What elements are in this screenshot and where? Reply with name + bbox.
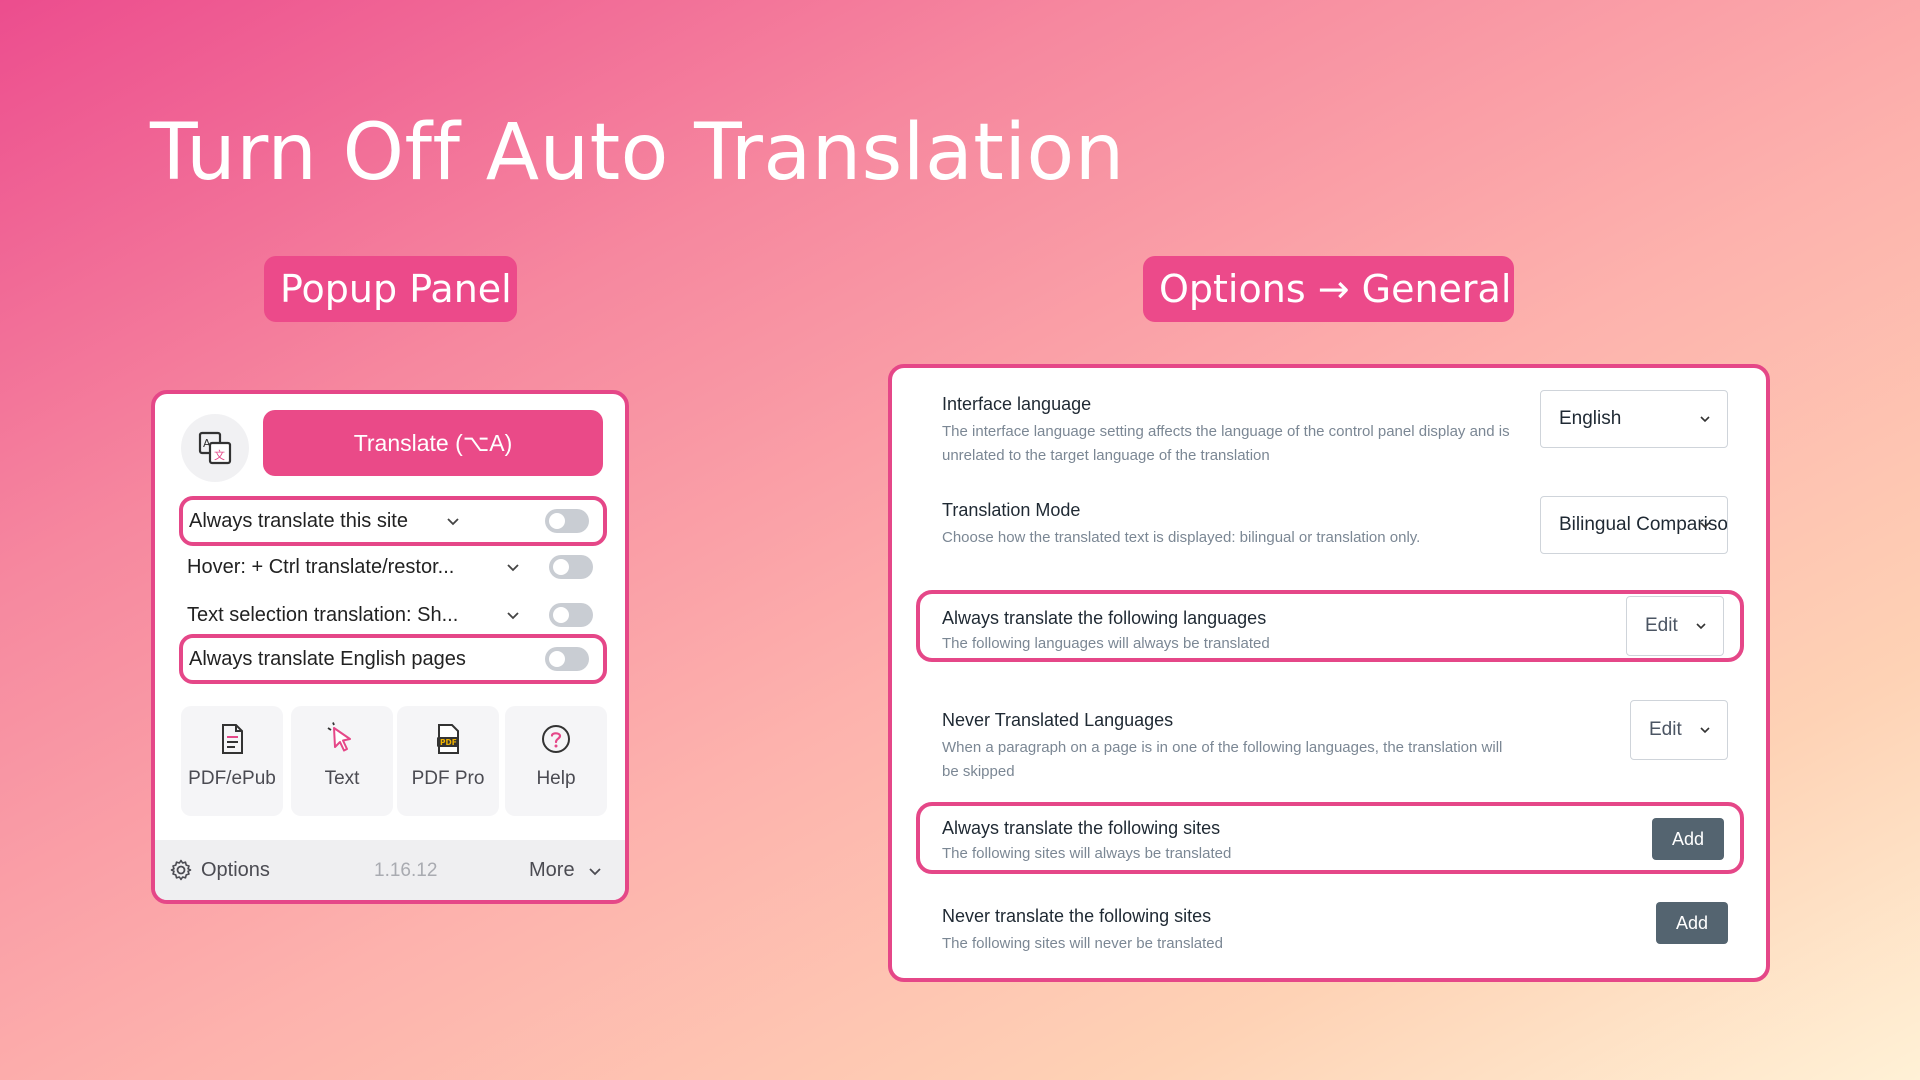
- tool-label: Text: [324, 768, 360, 789]
- always-translate-languages-edit[interactable]: Edit: [1626, 596, 1724, 656]
- translate-button[interactable]: Translate (⌥A): [263, 410, 603, 476]
- hover-translate-toggle[interactable]: [549, 555, 593, 579]
- options-label: Options: [201, 858, 270, 881]
- setting-title: Translation Mode: [942, 500, 1081, 520]
- never-translated-languages-edit[interactable]: Edit: [1630, 700, 1728, 760]
- tool-label: Help: [536, 768, 576, 789]
- svg-text:PDF: PDF: [440, 738, 457, 747]
- edit-label: Edit: [1645, 615, 1678, 636]
- version-text: 1.16.12: [374, 860, 438, 881]
- setting-description: The following sites will always be trans…: [942, 845, 1232, 862]
- cursor-icon: [327, 722, 351, 752]
- pdf-icon: PDF: [437, 724, 459, 754]
- setting-title: Always translate the following languages: [942, 608, 1267, 628]
- edit-label: Edit: [1649, 719, 1682, 740]
- setting-title: Interface language: [942, 394, 1092, 414]
- setting-title: Always translate the following sites: [942, 818, 1221, 838]
- hover-translate-row[interactable]: Hover: + Ctrl translate/restor...: [179, 542, 607, 592]
- more-menu[interactable]: More: [529, 859, 605, 882]
- setting-always-translate-sites: Always translate the following sites The…: [916, 802, 1744, 874]
- tool-pdf-pro[interactable]: PDF PDF Pro: [397, 706, 499, 816]
- setting-description: Choose how the translated text is displa…: [942, 529, 1421, 546]
- text-selection-toggle[interactable]: [549, 603, 593, 627]
- interface-language-select[interactable]: English: [1540, 390, 1728, 448]
- tool-text[interactable]: Text: [291, 706, 393, 816]
- chevron-down-icon[interactable]: [503, 557, 523, 577]
- svg-text:文: 文: [214, 448, 225, 462]
- options-link[interactable]: Options: [169, 858, 270, 882]
- svg-text:A: A: [203, 437, 211, 450]
- never-translate-sites-add-button[interactable]: Add: [1656, 902, 1728, 944]
- document-icon: [222, 724, 243, 754]
- options-general-panel: Interface language The interface languag…: [888, 364, 1770, 982]
- always-translate-site-toggle[interactable]: [545, 509, 589, 533]
- chevron-down-icon: [1700, 522, 1710, 529]
- more-label: More: [529, 859, 575, 881]
- always-translate-site-row[interactable]: Always translate this site: [179, 496, 607, 546]
- popup-panel-badge: Popup Panel: [264, 256, 517, 322]
- setting-description: The interface language setting affects t…: [942, 423, 1510, 464]
- chevron-down-icon: [1696, 623, 1706, 630]
- translation-mode-select[interactable]: Bilingual Comparison: [1540, 496, 1728, 554]
- chevron-down-icon[interactable]: [443, 511, 463, 531]
- popup-header: A 文 Translate (⌥A): [155, 394, 625, 484]
- chevron-down-icon[interactable]: [503, 605, 523, 625]
- setting-never-translate-sites: Never translate the following sites The …: [892, 902, 1766, 966]
- text-selection-row[interactable]: Text selection translation: Sh...: [179, 590, 607, 640]
- help-icon: [542, 725, 570, 753]
- chevron-down-icon: [1700, 727, 1710, 734]
- row-label: Hover: + Ctrl translate/restor...: [187, 555, 455, 578]
- options-general-badge: Options → General: [1143, 256, 1514, 322]
- page-title: Turn Off Auto Translation: [150, 108, 1125, 198]
- select-value: English: [1559, 408, 1622, 429]
- setting-title: Never Translated Languages: [942, 710, 1174, 730]
- always-translate-sites-add-button[interactable]: Add: [1652, 818, 1724, 860]
- gear-icon: [170, 859, 192, 881]
- row-label: Text selection translation: Sh...: [187, 603, 459, 626]
- popup-panel: A 文 Translate (⌥A) Always translate this…: [151, 390, 629, 904]
- always-translate-english-toggle[interactable]: [545, 647, 589, 671]
- row-label: Always translate this site: [189, 509, 408, 532]
- setting-description: The following languages will always be t…: [942, 635, 1270, 652]
- setting-description: When a paragraph on a page is in one of …: [942, 739, 1503, 780]
- tool-help[interactable]: Help: [505, 706, 607, 816]
- setting-always-translate-languages: Always translate the following languages…: [916, 590, 1744, 662]
- tool-label: PDF Pro: [411, 768, 485, 789]
- tool-pdf-epub[interactable]: PDF/ePub: [181, 706, 283, 816]
- setting-interface-language: Interface language The interface languag…: [892, 390, 1766, 470]
- always-translate-english-row[interactable]: Always translate English pages: [179, 634, 607, 684]
- chevron-down-icon: [1700, 416, 1710, 423]
- tool-label: PDF/ePub: [188, 768, 276, 789]
- row-label: Always translate English pages: [189, 647, 466, 670]
- chevron-down-icon: [588, 867, 601, 875]
- popup-footer: Options 1.16.12 More: [155, 840, 625, 900]
- setting-title: Never translate the following sites: [942, 906, 1212, 926]
- setting-description: The following sites will never be transl…: [942, 935, 1223, 952]
- setting-never-translated-languages: Never Translated Languages When a paragr…: [892, 700, 1766, 786]
- translate-logo-icon[interactable]: A 文: [181, 414, 249, 482]
- setting-translation-mode: Translation Mode Choose how the translat…: [892, 496, 1766, 566]
